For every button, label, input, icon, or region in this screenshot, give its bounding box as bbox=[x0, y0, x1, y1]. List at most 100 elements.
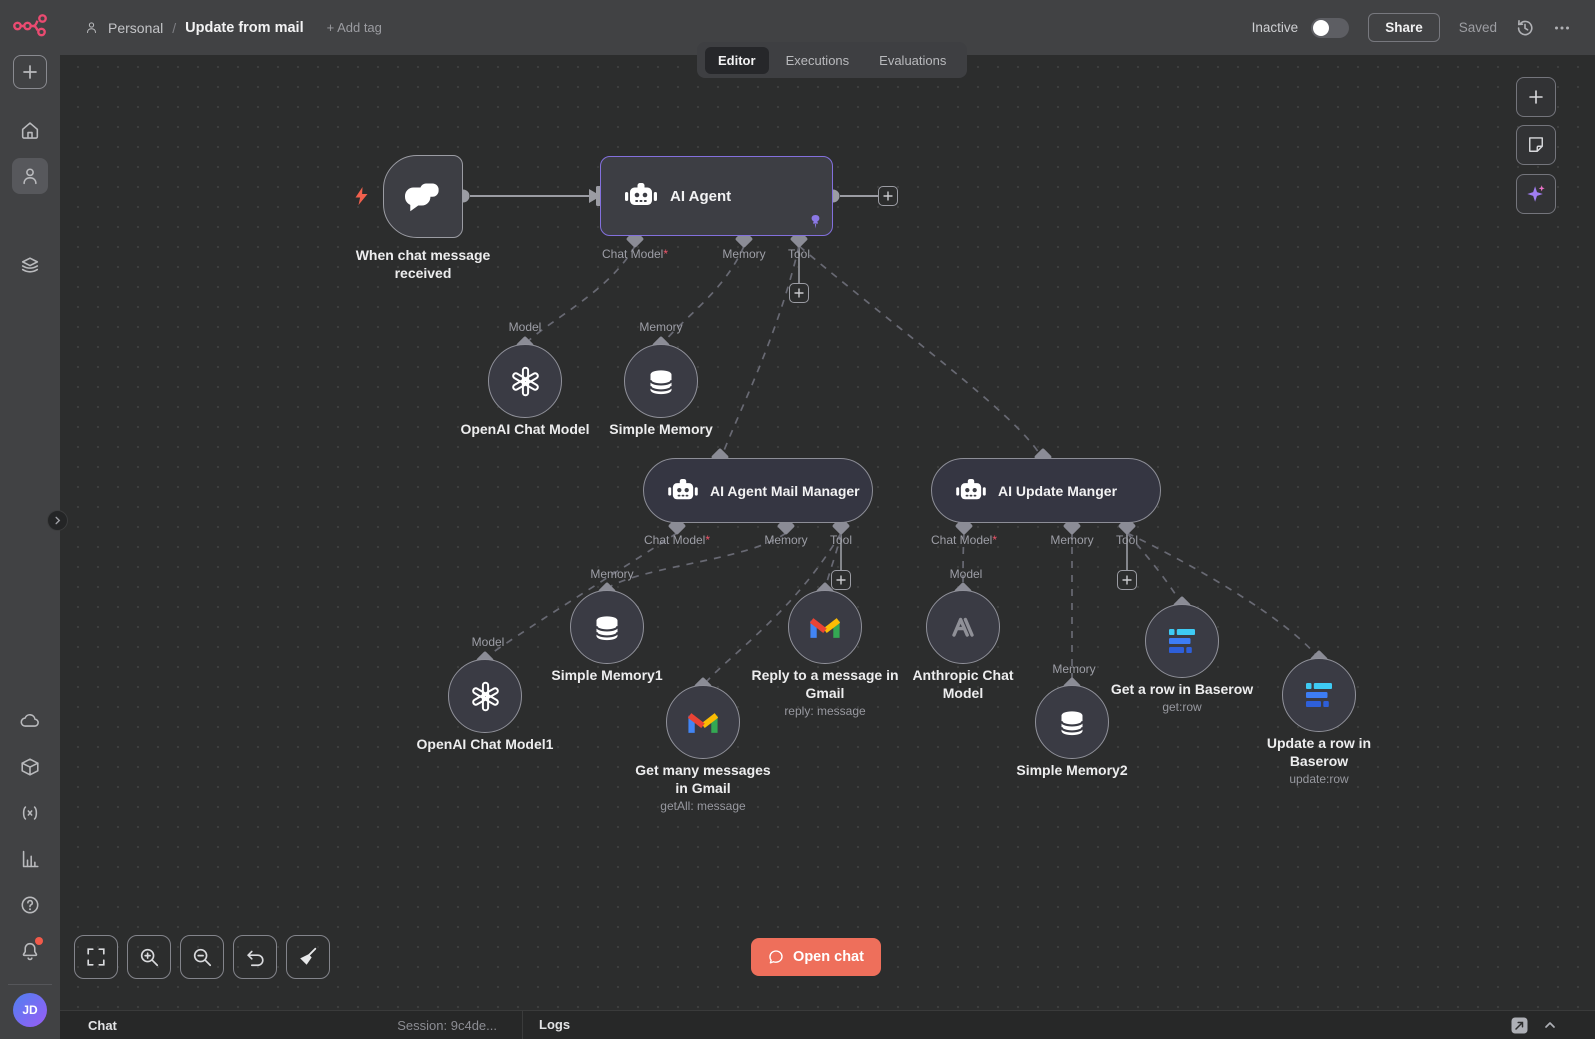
node-ai-update-manger[interactable]: AI Update Manger bbox=[931, 458, 1161, 523]
node-label: Simple Memory2 bbox=[1016, 762, 1128, 778]
ai-assistant-button[interactable] bbox=[1516, 174, 1556, 214]
sidebar-item-variables[interactable] bbox=[12, 795, 48, 831]
node-subtitle: reply: message bbox=[784, 704, 866, 718]
port-label-tool: Tool bbox=[829, 533, 853, 547]
pop-out-icon[interactable] bbox=[1511, 1017, 1528, 1034]
undo-button[interactable] bbox=[233, 935, 277, 979]
port-label-chat-model: Chat Model* bbox=[643, 533, 711, 547]
port-label-tool: Tool bbox=[787, 247, 811, 261]
port-label-chat-model: Chat Model* bbox=[601, 247, 669, 261]
node-ai-agent[interactable]: AI Agent bbox=[600, 156, 833, 236]
notification-dot bbox=[35, 937, 43, 945]
node-subtitle: update:row bbox=[1289, 772, 1349, 786]
tab-evaluations[interactable]: Evaluations bbox=[866, 47, 959, 74]
node-baserow-get-row[interactable] bbox=[1145, 604, 1219, 678]
database-icon bbox=[595, 615, 619, 641]
node-gmail-reply[interactable] bbox=[788, 590, 862, 664]
add-tool-button[interactable] bbox=[789, 283, 809, 303]
sidebar-item-cloud[interactable] bbox=[12, 703, 48, 739]
open-chat-label: Open chat bbox=[793, 949, 864, 965]
database-icon bbox=[1060, 710, 1084, 736]
n8n-logo-icon[interactable] bbox=[0, 0, 60, 50]
node-title: AI Agent Mail Manager bbox=[710, 482, 860, 499]
node-label: Update a row in Baserow bbox=[1266, 735, 1372, 769]
tidy-up-button[interactable] bbox=[286, 935, 330, 979]
sidebar-item-insights[interactable] bbox=[12, 841, 48, 877]
port-label-model: Model bbox=[949, 567, 983, 581]
sidebar-expand-handle[interactable] bbox=[47, 510, 68, 531]
port-label-memory: Memory bbox=[1050, 533, 1094, 547]
add-node-panel-button[interactable] bbox=[1516, 77, 1556, 117]
logs-panel-header[interactable]: Logs bbox=[523, 1016, 570, 1034]
add-node-button[interactable] bbox=[878, 186, 898, 206]
header-actions: Inactive Share Saved bbox=[1252, 13, 1571, 42]
logs-tab[interactable]: Logs bbox=[539, 1017, 570, 1032]
node-gmail-get-many[interactable] bbox=[666, 685, 740, 759]
open-chat-button[interactable]: Open chat bbox=[751, 938, 881, 976]
add-tool-button[interactable] bbox=[1117, 570, 1137, 590]
node-title: AI Update Manger bbox=[998, 482, 1118, 499]
node-label: Simple Memory bbox=[609, 421, 713, 437]
node-subtitle: getAll: message bbox=[660, 799, 746, 813]
gmail-icon bbox=[810, 615, 840, 639]
node-openai-chat-model[interactable] bbox=[488, 344, 562, 418]
workflow-canvas[interactable]: When chat message received AI Agent AI A… bbox=[60, 55, 1595, 1010]
sidebar-item-stack[interactable] bbox=[12, 247, 48, 283]
anthropic-icon bbox=[952, 617, 974, 637]
main-area: Personal / Update from mail + Add tag In… bbox=[60, 0, 1595, 1039]
session-id: Session: 9c4de... bbox=[397, 1017, 497, 1033]
robot-icon bbox=[956, 478, 986, 499]
node-baserow-update-row[interactable] bbox=[1282, 658, 1356, 732]
openai-icon bbox=[510, 366, 540, 396]
sidebar-item-templates[interactable] bbox=[12, 749, 48, 785]
sidebar-item-personal[interactable] bbox=[12, 158, 48, 194]
breadcrumb-separator: / bbox=[172, 19, 177, 36]
port-label-memory: Memory bbox=[639, 320, 683, 334]
node-ai-agent-mail-manager[interactable]: AI Agent Mail Manager bbox=[643, 458, 873, 523]
panel-actions bbox=[1511, 1017, 1557, 1034]
node-anthropic-chat-model[interactable] bbox=[926, 590, 1000, 664]
sidebar-item-help[interactable] bbox=[12, 887, 48, 923]
canvas-controls bbox=[74, 935, 330, 979]
add-tool-button[interactable] bbox=[831, 570, 851, 590]
workflow-title[interactable]: Update from mail bbox=[185, 20, 303, 36]
robot-icon bbox=[625, 183, 657, 205]
node-label: Anthropic Chat Model bbox=[912, 667, 1014, 701]
zoom-out-button[interactable] bbox=[180, 935, 224, 979]
zoom-in-button[interactable] bbox=[127, 935, 171, 979]
breadcrumb-project[interactable]: Personal bbox=[108, 20, 163, 36]
share-button[interactable]: Share bbox=[1368, 13, 1440, 42]
breadcrumb: Personal / Update from mail + Add tag bbox=[84, 20, 382, 36]
port-label-model: Model bbox=[471, 635, 505, 649]
chat-tab[interactable]: Chat bbox=[88, 1018, 117, 1033]
new-workflow-button[interactable] bbox=[13, 55, 47, 89]
add-tag-button[interactable]: + Add tag bbox=[327, 20, 382, 35]
baserow-icon bbox=[1306, 683, 1332, 707]
collapse-chevron-icon[interactable] bbox=[1543, 1018, 1557, 1032]
node-label: Reply to a message in Gmail bbox=[751, 667, 899, 701]
tab-editor[interactable]: Editor bbox=[705, 46, 769, 74]
node-label: Get a row in Baserow bbox=[1110, 681, 1254, 697]
node-openai-chat-model1[interactable] bbox=[448, 659, 522, 733]
tab-executions[interactable]: Executions bbox=[773, 47, 863, 74]
notifications-bell-icon[interactable] bbox=[12, 933, 48, 969]
gmail-icon bbox=[688, 710, 718, 734]
node-simple-memory1[interactable] bbox=[570, 590, 644, 664]
history-icon[interactable] bbox=[1516, 19, 1534, 37]
more-options-icon[interactable] bbox=[1553, 19, 1571, 37]
sidebar-item-home[interactable] bbox=[12, 112, 48, 148]
avatar[interactable]: JD bbox=[13, 993, 47, 1027]
port-label-chat-model: Chat Model* bbox=[930, 533, 998, 547]
node-chat-trigger[interactable] bbox=[383, 155, 463, 238]
pinned-data-icon bbox=[811, 215, 820, 229]
chat-panel-header[interactable]: Chat Session: 9c4de... bbox=[60, 1018, 522, 1033]
activation-toggle[interactable] bbox=[1311, 17, 1350, 38]
node-simple-memory[interactable] bbox=[624, 344, 698, 418]
sticky-note-button[interactable] bbox=[1516, 125, 1556, 165]
robot-icon bbox=[668, 478, 698, 499]
chat-icon bbox=[769, 950, 783, 964]
zoom-to-fit-button[interactable] bbox=[74, 935, 118, 979]
port-label-model: Model bbox=[508, 320, 542, 334]
saved-status: Saved bbox=[1458, 20, 1497, 35]
sidebar-divider bbox=[8, 984, 52, 985]
